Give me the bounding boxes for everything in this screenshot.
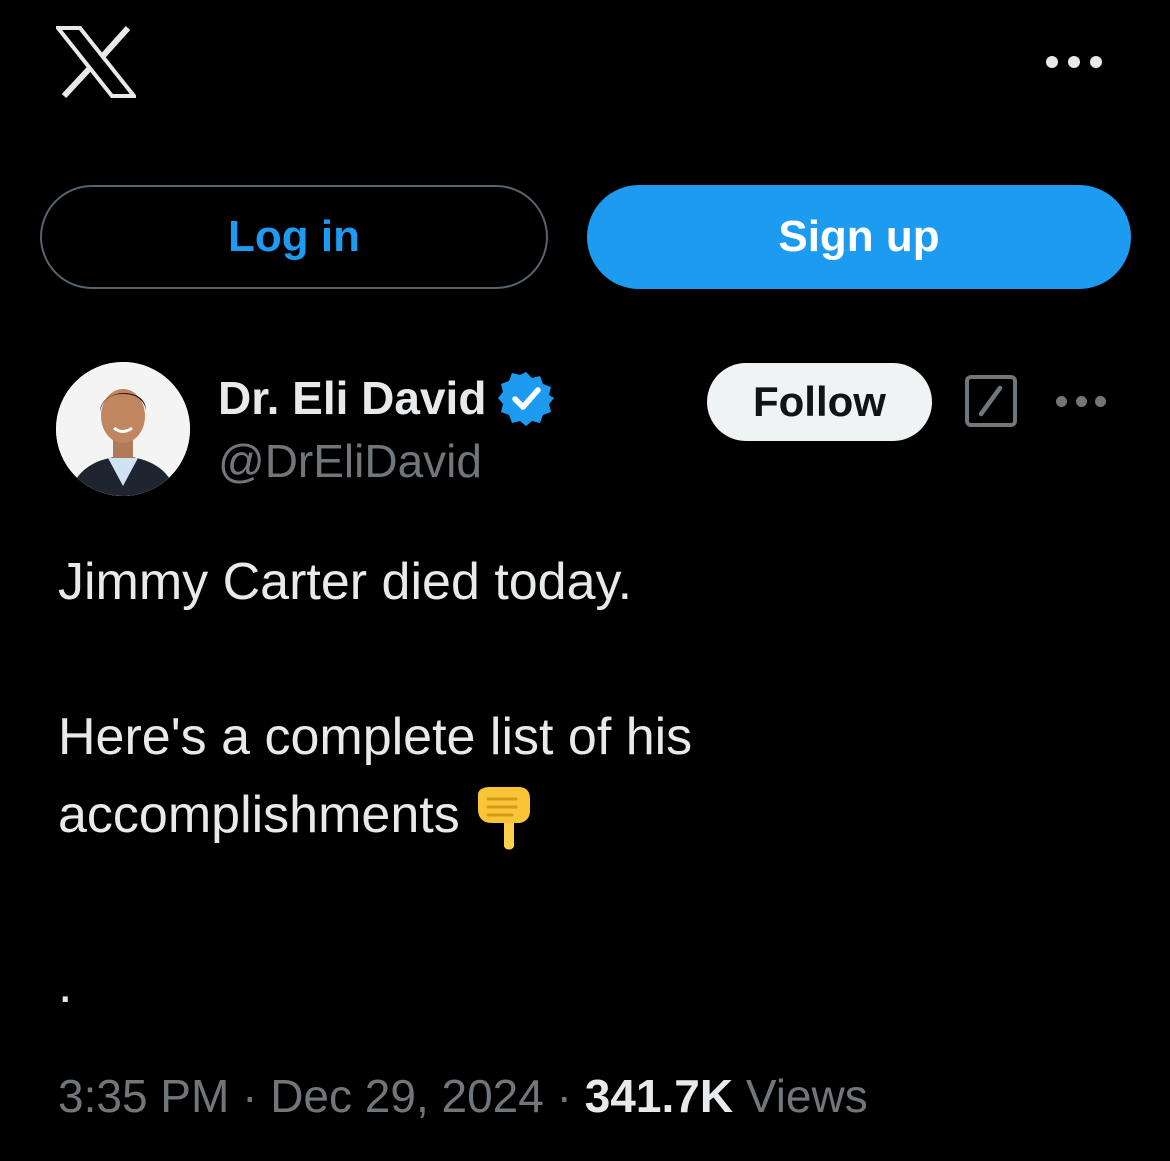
tweet-timestamp[interactable]: 3:35 PM · Dec 29, 2024 · xyxy=(58,1070,585,1122)
views-label: Views xyxy=(733,1070,868,1122)
login-button[interactable]: Log in xyxy=(40,185,548,289)
signup-button[interactable]: Sign up xyxy=(587,185,1131,289)
tweet-meta: 3:35 PM · Dec 29, 2024 · 341.7K Views xyxy=(58,1068,868,1124)
tweet-text-line: accomplishments xyxy=(58,786,460,844)
more-dot xyxy=(1046,56,1058,68)
author-handle[interactable]: @DrEliDavid xyxy=(218,434,482,488)
more-dot xyxy=(1068,56,1080,68)
follow-button[interactable]: Follow xyxy=(707,363,932,441)
more-dot xyxy=(1090,56,1102,68)
tweet-text-line-with-emoji: accomplishments xyxy=(58,785,534,851)
tweet-text-line: Jimmy Carter died today. xyxy=(58,553,633,611)
author-name-row[interactable]: Dr. Eli David xyxy=(218,371,555,426)
backhand-index-pointing-down-icon xyxy=(477,787,530,850)
more-dot xyxy=(1075,395,1087,407)
avatar[interactable] xyxy=(56,362,190,496)
avatar-image xyxy=(56,362,190,496)
verified-badge-icon xyxy=(498,372,555,426)
tweet-text-line: . xyxy=(58,956,73,1014)
more-horizontal-icon[interactable] xyxy=(1046,52,1102,72)
views-count: 341.7K xyxy=(584,1070,734,1122)
more-dot xyxy=(1056,395,1067,407)
tweet-more-icon[interactable] xyxy=(1056,394,1106,408)
grok-icon[interactable] xyxy=(964,374,1018,428)
x-logo-icon[interactable] xyxy=(56,26,136,98)
tweet-text-line: Here's a complete list of his xyxy=(58,708,693,766)
more-dot xyxy=(1095,395,1106,407)
display-name[interactable]: Dr. Eli David xyxy=(218,371,486,425)
